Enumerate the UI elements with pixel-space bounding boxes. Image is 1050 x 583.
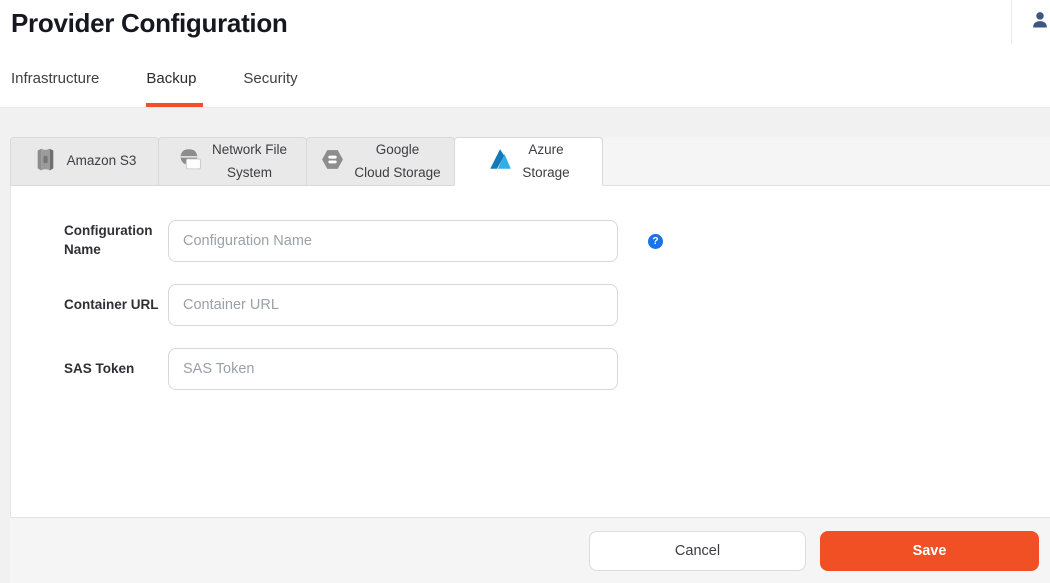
form-row-container-url: Container URL	[64, 284, 1050, 326]
cancel-button[interactable]: Cancel	[589, 531, 806, 571]
save-button[interactable]: Save	[820, 531, 1039, 571]
nav-tab-label: Backup	[146, 70, 196, 87]
user-icon[interactable]	[1031, 11, 1049, 29]
provider-tab-label: Azure Storage	[522, 139, 569, 184]
form-row-configuration-name: Configuration Name ?	[64, 220, 1050, 262]
azure-storage-form: Configuration Name ? Container URL SAS T…	[11, 186, 1050, 390]
provider-tab-label: Amazon S3	[67, 150, 137, 172]
sas-token-input[interactable]	[168, 348, 618, 390]
nav-tab-label: Infrastructure	[11, 70, 99, 87]
azure-storage-icon	[487, 146, 513, 177]
form-row-sas-token: SAS Token	[64, 348, 1050, 390]
help-icon[interactable]: ?	[648, 234, 663, 249]
provider-tab-network-file-system[interactable]: Network File System	[158, 137, 307, 186]
google-cloud-storage-icon	[320, 147, 345, 177]
main-area: Amazon S3 Network File System	[0, 108, 1050, 583]
nav-tab-infrastructure[interactable]: Infrastructure	[11, 70, 101, 107]
configuration-name-label: Configuration Name	[64, 222, 160, 260]
provider-tab-azure-storage[interactable]: Azure Storage	[454, 137, 603, 186]
provider-tabstrip: Amazon S3 Network File System	[10, 108, 1050, 186]
network-file-system-icon	[178, 147, 203, 177]
container-url-input[interactable]	[168, 284, 618, 326]
nav-tabs: Infrastructure Backup Security	[11, 70, 300, 107]
amazon-s3-icon	[33, 147, 58, 177]
nav-tab-security[interactable]: Security	[243, 70, 299, 107]
provider-form-panel: Configuration Name ? Container URL SAS T…	[10, 186, 1050, 517]
header-divider	[1011, 0, 1012, 44]
sas-token-label: SAS Token	[64, 360, 160, 379]
configuration-name-input[interactable]	[168, 220, 618, 262]
page-header: Provider Configuration Infrastructure Ba…	[0, 0, 1050, 108]
active-tab-underline	[146, 103, 203, 107]
nav-tab-backup[interactable]: Backup	[146, 70, 198, 107]
tabstrip-filler	[603, 137, 1050, 186]
nav-tab-label: Security	[243, 70, 297, 87]
page-title: Provider Configuration	[0, 0, 1050, 39]
provider-tab-label: Google Cloud Storage	[354, 139, 440, 184]
form-footer: Cancel Save	[10, 517, 1050, 583]
container-url-label: Container URL	[64, 296, 160, 315]
provider-tab-google-cloud-storage[interactable]: Google Cloud Storage	[306, 137, 455, 186]
provider-tab-label: Network File System	[212, 139, 287, 184]
provider-tab-amazon-s3[interactable]: Amazon S3	[10, 137, 159, 186]
